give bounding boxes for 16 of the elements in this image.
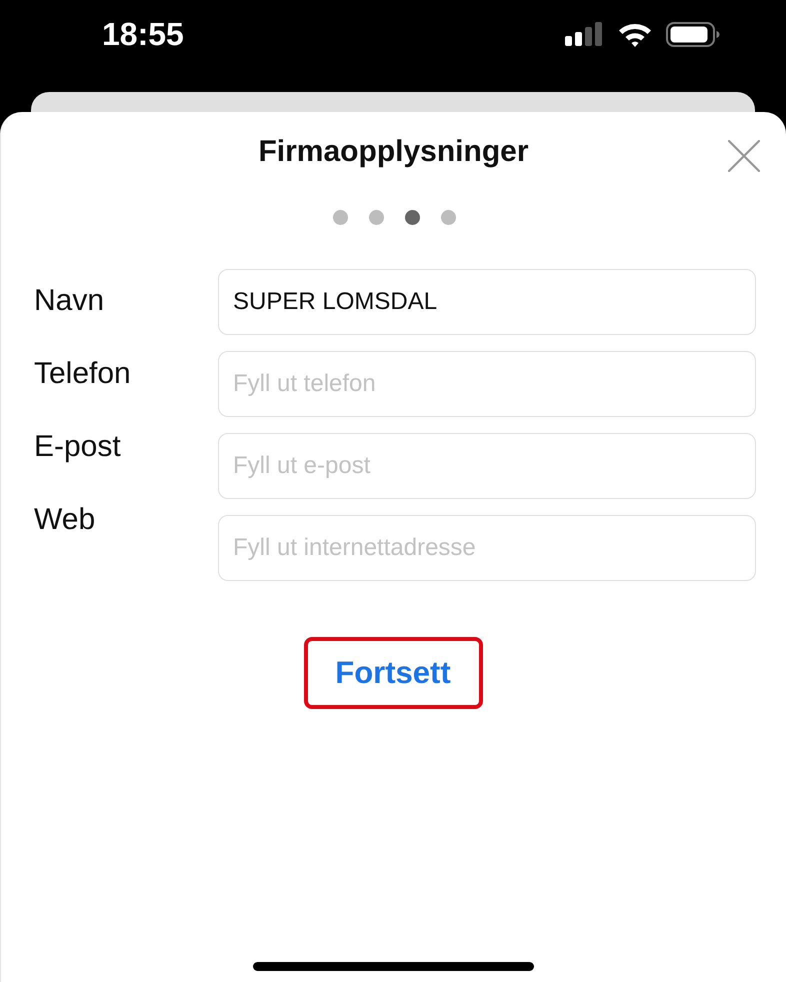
field-label: Web	[34, 502, 96, 538]
input-field[interactable]: SUPER LOMSDAL	[218, 269, 756, 335]
field-label: Telefon	[34, 356, 131, 392]
wifi-icon	[618, 22, 652, 46]
input-field[interactable]: Fyll ut e-post	[218, 433, 756, 499]
field-label: E-post	[34, 429, 121, 465]
status-time: 18:55	[102, 15, 184, 54]
input-field[interactable]: Fyll ut internettadresse	[218, 515, 756, 581]
field-label: Navn	[34, 283, 104, 319]
continue-button[interactable]: Fortsett	[304, 637, 482, 709]
close-icon	[728, 140, 760, 172]
close-button[interactable]	[728, 140, 760, 172]
battery-icon	[666, 22, 720, 46]
sheet-title: Firmaopplysninger	[258, 134, 529, 170]
input-field[interactable]: Fyll ut telefon	[218, 351, 756, 417]
signal-icon	[565, 22, 604, 46]
